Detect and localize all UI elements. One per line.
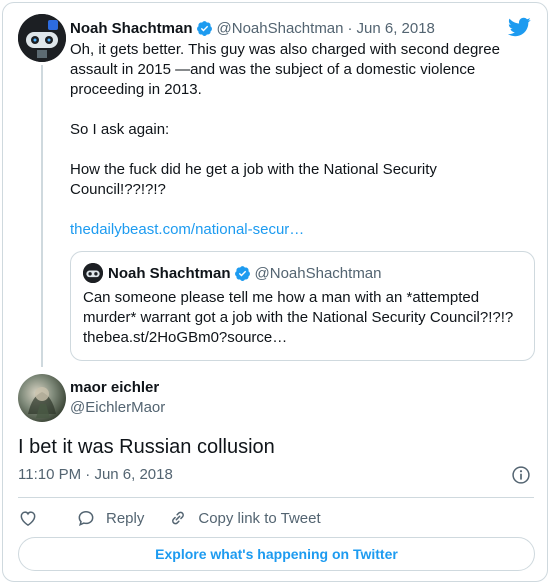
tweet-paragraph: So I ask again: bbox=[70, 121, 170, 138]
speech-bubble-icon bbox=[78, 510, 94, 526]
quoted-author-avatar bbox=[83, 263, 103, 283]
parent-tweet-header: Noah Shachtman @NoahShachtman · Jun 6, 2… bbox=[70, 18, 435, 38]
thread-connector-line bbox=[41, 65, 43, 367]
like-button[interactable] bbox=[18, 508, 38, 528]
tweet-date: Jun 6, 2018 bbox=[94, 466, 173, 483]
quoted-tweet-header: Noah Shachtman @NoahShachtman bbox=[83, 263, 382, 283]
twitter-bird-icon[interactable] bbox=[507, 15, 531, 39]
parent-tweet-text: Oh, it gets better. This guy was also ch… bbox=[70, 40, 530, 260]
article-link[interactable]: thedailybeast.com/national-secur… bbox=[70, 221, 304, 238]
reply-author-handle[interactable]: @EichlerMaor bbox=[70, 399, 165, 416]
info-icon[interactable] bbox=[511, 465, 531, 485]
reply-tweet-text: I bet it was Russian collusion bbox=[18, 436, 275, 458]
header-separator: · bbox=[347, 19, 353, 37]
reply-tweet-timestamp[interactable]: 11:10 PM · Jun 6, 2018 bbox=[18, 466, 173, 483]
verified-badge-icon bbox=[196, 20, 212, 36]
quoted-tweet-card[interactable]: Noah Shachtman @NoahShachtman Can someon… bbox=[70, 251, 535, 361]
copy-link-button[interactable]: Copy link to Tweet bbox=[168, 508, 321, 528]
explore-twitter-button[interactable]: Explore what's happening on Twitter bbox=[18, 537, 535, 571]
tweet-embed-card: Noah Shachtman @NoahShachtman · Jun 6, 2… bbox=[2, 2, 548, 582]
tweet-actions-bar: Reply Copy link to Tweet bbox=[18, 506, 345, 530]
heart-icon bbox=[20, 511, 36, 526]
timestamp-separator: · bbox=[85, 466, 91, 483]
copy-link-label: Copy link to Tweet bbox=[198, 509, 321, 527]
action-divider bbox=[18, 497, 534, 498]
tweet-time: 11:10 PM bbox=[18, 466, 82, 483]
tweet-paragraph: Oh, it gets better. This guy was also ch… bbox=[70, 41, 505, 98]
reply-author-avatar[interactable] bbox=[18, 374, 66, 422]
quoted-author-name: Noah Shachtman bbox=[108, 264, 231, 282]
tweet-paragraph: How the fuck did he get a job with the N… bbox=[70, 161, 442, 198]
parent-author-handle[interactable]: @NoahShachtman bbox=[217, 20, 344, 37]
quoted-author-handle: @NoahShachtman bbox=[254, 264, 382, 282]
parent-author-avatar[interactable] bbox=[18, 14, 66, 62]
reply-button-label: Reply bbox=[106, 509, 145, 527]
reply-button[interactable]: Reply bbox=[76, 508, 144, 528]
parent-tweet-date[interactable]: Jun 6, 2018 bbox=[357, 20, 435, 37]
link-icon bbox=[172, 511, 185, 525]
verified-badge-icon bbox=[234, 265, 250, 281]
reply-author-name[interactable]: maor eichler bbox=[70, 379, 159, 396]
quoted-tweet-text: Can someone please tell me how a man wit… bbox=[83, 289, 514, 346]
parent-author-name[interactable]: Noah Shachtman bbox=[70, 20, 193, 37]
